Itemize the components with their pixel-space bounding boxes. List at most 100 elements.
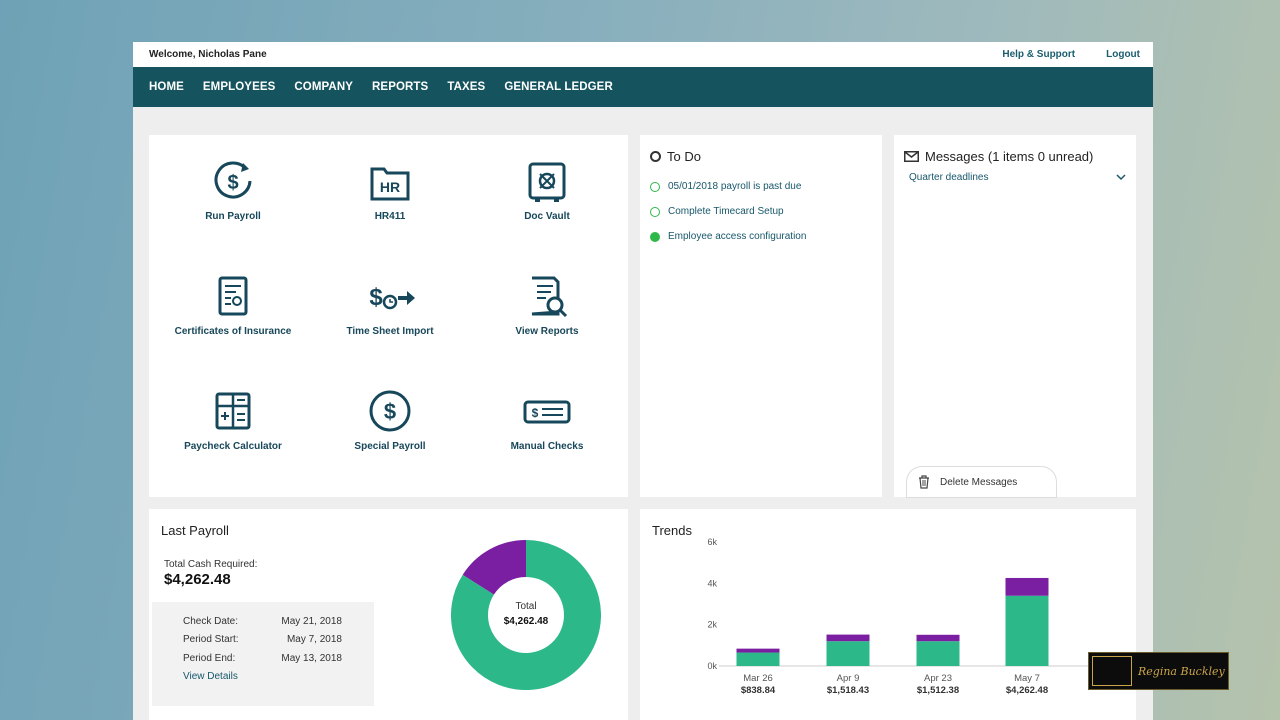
nav-taxes[interactable]: TAXES xyxy=(447,81,485,93)
nav-employees[interactable]: EMPLOYEES xyxy=(203,81,275,93)
bar-segment xyxy=(1005,577,1049,596)
y-tick-label: 0k xyxy=(707,661,717,671)
bar-segment xyxy=(826,634,870,642)
certificate-icon xyxy=(218,276,248,316)
bar-total-label: $4,262.48 xyxy=(1006,685,1048,696)
top-bar: Welcome, Nicholas Pane Help & Support Lo… xyxy=(133,42,1153,67)
todo-item[interactable]: Employee access configuration xyxy=(650,224,872,249)
svg-text:$: $ xyxy=(369,284,383,311)
x-tick-label: Mar 26 xyxy=(743,673,773,684)
bar-total-label: $1,512.38 xyxy=(917,685,959,696)
special-payroll-label: Special Payroll xyxy=(354,441,426,452)
calculator-icon xyxy=(215,392,251,430)
paycheck-calculator-label: Paycheck Calculator xyxy=(184,441,282,452)
todo-item-text: Complete Timecard Setup xyxy=(668,206,784,217)
trends-bar-chart: 0k 2k 4k 6k Mar 26$838.84 Apr 9$1,518.43 Apr 2… xyxy=(707,537,1101,696)
welcome-text: Welcome, Nicholas Pane xyxy=(149,49,267,60)
certificates-tile[interactable]: Certificates of Insurance xyxy=(153,274,313,337)
help-support-link[interactable]: Help & Support xyxy=(1002,49,1075,60)
donut-slice xyxy=(462,540,527,596)
status-dot-icon xyxy=(650,181,660,192)
check-date-value: May 21, 2018 xyxy=(281,615,342,627)
todo-header: To Do xyxy=(650,149,872,164)
period-start-value: May 7, 2018 xyxy=(286,634,342,646)
doc-vault-label: Doc Vault xyxy=(524,211,570,222)
todo-item[interactable]: Complete Timecard Setup xyxy=(650,199,872,224)
donut-center-label: Total xyxy=(515,601,536,612)
bar-segment xyxy=(736,652,780,666)
trash-icon xyxy=(919,475,929,489)
svg-text:$: $ xyxy=(384,399,396,424)
messages-title: Messages (1 items 0 unread) xyxy=(925,149,1094,164)
view-reports-label: View Reports xyxy=(515,326,579,337)
special-payroll-tile[interactable]: $ Special Payroll xyxy=(310,389,470,452)
vault-icon xyxy=(528,162,566,202)
main-nav: HOME EMPLOYEES COMPANY REPORTS TAXES GEN… xyxy=(133,67,1153,107)
todo-title: To Do xyxy=(667,149,701,164)
svg-text:HR: HR xyxy=(380,179,400,195)
nav-company[interactable]: COMPANY xyxy=(294,81,353,93)
messages-card: Messages (1 items 0 unread) Quarter dead… xyxy=(894,135,1136,498)
delete-messages-button[interactable]: Delete Messages xyxy=(906,466,1057,498)
payroll-details: Check Date: May 21, 2018 Period Start: May… xyxy=(152,602,374,706)
hr411-tile[interactable]: HR HR411 xyxy=(310,159,470,222)
paycheck-calculator-tile[interactable]: Paycheck Calculator xyxy=(153,389,313,452)
svg-text:$: $ xyxy=(532,406,539,420)
bar-segment xyxy=(916,641,960,666)
time-sheet-import-tile[interactable]: $ Time Sheet Import xyxy=(310,274,470,337)
x-tick-label: May 7 xyxy=(1014,673,1040,684)
time-sheet-import-label: Time Sheet Import xyxy=(346,326,434,337)
message-subject: Quarter deadlines xyxy=(909,172,989,183)
nav-general-ledger[interactable]: GENERAL LEDGER xyxy=(504,81,613,93)
doc-vault-tile[interactable]: Doc Vault xyxy=(467,159,627,222)
view-reports-tile[interactable]: View Reports xyxy=(467,274,627,337)
todo-list: 05/01/2018 payroll is past due Complete … xyxy=(650,174,872,249)
status-dot-icon xyxy=(650,231,660,242)
manual-checks-label: Manual Checks xyxy=(510,441,584,452)
dollar-circle-icon: $ xyxy=(369,390,411,432)
view-details-link[interactable]: View Details xyxy=(183,671,238,682)
period-end-value: May 13, 2018 xyxy=(281,652,342,664)
x-tick-label: Apr 9 xyxy=(837,673,860,684)
manual-checks-tile[interactable]: $ Manual Checks xyxy=(467,389,627,452)
watermark-text: Regina Buckley xyxy=(1138,664,1225,678)
status-dot-icon xyxy=(650,206,660,217)
period-end-label: Period End: xyxy=(183,652,236,664)
hr-folder-icon: HR xyxy=(370,167,410,201)
check-date-label: Check Date: xyxy=(183,615,239,627)
todo-item[interactable]: 05/01/2018 payroll is past due xyxy=(650,174,872,199)
message-item[interactable]: Quarter deadlines xyxy=(904,172,1126,183)
bar-total-label: $838.84 xyxy=(741,685,776,696)
donut-center-value: $4,262.48 xyxy=(504,616,549,627)
bar-segment xyxy=(1005,595,1049,666)
y-tick-label: 6k xyxy=(707,537,717,547)
circle-icon xyxy=(650,151,661,162)
chevron-down-icon[interactable] xyxy=(1116,174,1126,181)
bar-segment xyxy=(916,634,960,642)
bar-segment xyxy=(736,648,780,653)
nav-home[interactable]: HOME xyxy=(149,81,184,93)
envelope-icon xyxy=(904,151,919,162)
y-tick-label: 4k xyxy=(707,578,717,588)
y-tick-label: 2k xyxy=(707,620,717,630)
delete-messages-label: Delete Messages xyxy=(940,476,1018,488)
certificates-label: Certificates of Insurance xyxy=(174,326,292,337)
nav-reports[interactable]: REPORTS xyxy=(372,81,428,93)
trends-card: Trends 0k 2k 4k 6k Mar 26 $838.84 Apr 9 $1,518.… xyxy=(640,509,1136,720)
run-payroll-tile[interactable]: $ Run Payroll xyxy=(153,159,313,222)
quick-actions-card: $ Run Payroll HR HR411 Doc Vault Certifi… xyxy=(149,135,628,497)
payroll-app-window: Welcome, Nicholas Pane Help & Support Lo… xyxy=(133,42,1153,720)
bar-segment xyxy=(826,641,870,666)
last-payroll-title: Last Payroll xyxy=(161,523,229,538)
x-tick-label: Apr 23 xyxy=(924,673,952,684)
trends-title: Trends xyxy=(652,523,692,538)
run-payroll-label: Run Payroll xyxy=(205,211,261,222)
check-icon: $ xyxy=(523,400,571,424)
svg-text:$: $ xyxy=(227,172,238,194)
bar-total-label: $1,518.43 xyxy=(827,685,869,696)
todo-item-text: Employee access configuration xyxy=(668,231,807,242)
payroll-donut-chart: Total $4,262.48 xyxy=(451,540,601,690)
time-import-icon: $ xyxy=(369,284,415,311)
todo-card: To Do 05/01/2018 payroll is past due Com… xyxy=(640,135,882,497)
logout-link[interactable]: Logout xyxy=(1106,49,1140,60)
